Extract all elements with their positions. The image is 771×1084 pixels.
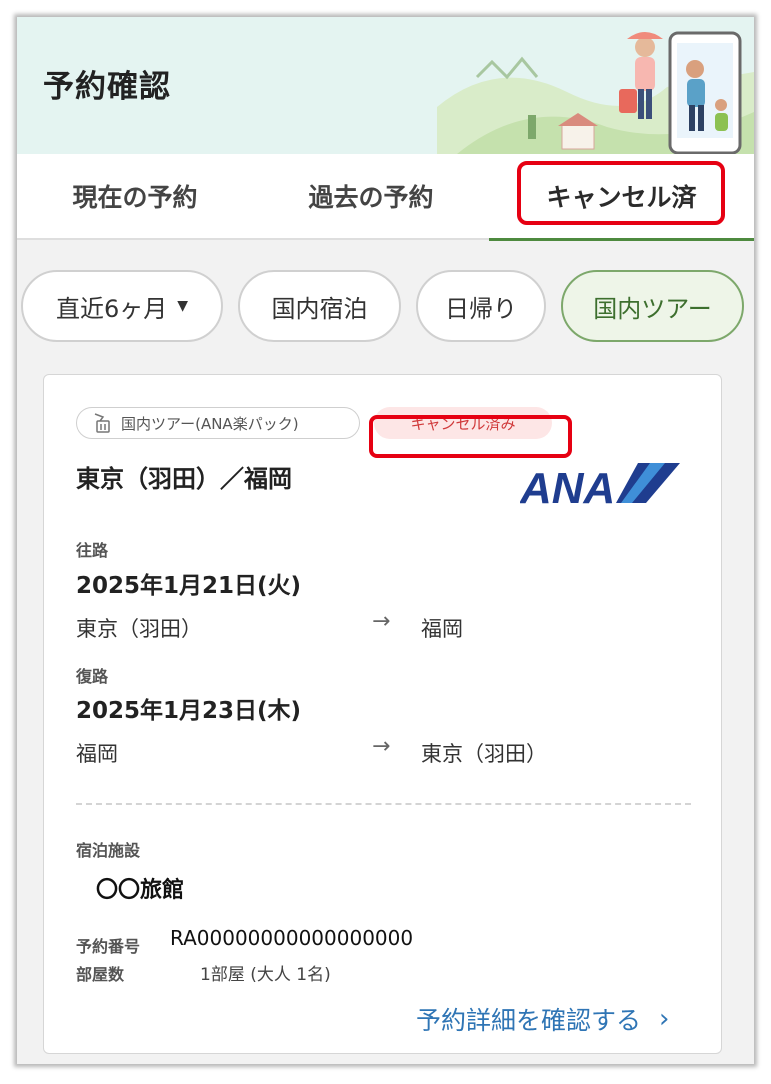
outbound-date: 2025年1月21日(火) — [76, 573, 302, 599]
route-title: 東京（羽田）／福岡 — [76, 465, 292, 493]
view-reservation-details-link[interactable]: 予約詳細を確認する › — [416, 1001, 669, 1037]
luggage-icon — [94, 413, 110, 433]
hotel-name: 〇〇旅館 — [96, 878, 185, 903]
caret-down-icon: ▼ — [177, 298, 189, 314]
filter-domestic-stay[interactable]: 国内宿泊 — [238, 270, 401, 342]
return-to: 東京（羽田） — [421, 742, 547, 766]
rooms-label: 部屋数 — [76, 965, 125, 984]
outbound-from: 東京（羽田） — [76, 617, 202, 641]
tab-past-reservations[interactable]: 過去の予約 — [253, 154, 489, 238]
tour-type-label: 国内ツアー(ANA楽パック) — [121, 414, 299, 433]
active-tab-indicator — [489, 238, 754, 241]
filter-day-trip[interactable]: 日帰り — [416, 270, 546, 342]
reservation-card: 国内ツアー(ANA楽パック) キャンセル済み 東京（羽田）／福岡 ANA 往路 … — [43, 374, 722, 1054]
period-filter-label: 直近6ヶ月 — [55, 294, 168, 323]
outbound-to: 福岡 — [421, 617, 463, 641]
page-header: 予約確認 — [17, 17, 754, 154]
rooms-value: 1部屋 (大人 1名) — [200, 965, 331, 985]
return-label: 復路 — [76, 667, 109, 686]
chevron-right-icon: › — [659, 1004, 670, 1034]
arrow-right-icon: → — [372, 609, 391, 634]
arrow-right-icon: → — [372, 734, 391, 759]
ana-logo: ANA — [520, 463, 680, 507]
status-highlight-box — [369, 415, 572, 458]
period-filter-dropdown[interactable]: 直近6ヶ月 ▼ — [21, 270, 223, 342]
reservation-number-label: 予約番号 — [76, 937, 141, 956]
app-frame: 予約確認 現在の予約 過去の予約 キャンセル済 直近6ヶ月 ▼ 国内宿泊 日帰り… — [17, 17, 754, 1064]
hotel-label: 宿泊施設 — [76, 841, 141, 860]
tour-type-badge: 国内ツアー(ANA楽パック) — [76, 407, 360, 439]
tab-current-reservations[interactable]: 現在の予約 — [17, 154, 253, 238]
dashed-divider — [76, 803, 691, 805]
svg-text:ANA: ANA — [520, 464, 615, 507]
return-date: 2025年1月23日(木) — [76, 698, 302, 724]
return-from: 福岡 — [76, 742, 118, 766]
travel-illustration — [437, 31, 754, 154]
detail-link-label: 予約詳細を確認する — [416, 1006, 642, 1035]
tab-highlight-box — [517, 161, 725, 225]
page-title: 予約確認 — [43, 69, 171, 105]
filter-domestic-tour[interactable]: 国内ツアー — [561, 270, 744, 342]
outbound-label: 往路 — [76, 541, 109, 560]
reservation-number: RA00000000000000000 — [170, 926, 414, 950]
